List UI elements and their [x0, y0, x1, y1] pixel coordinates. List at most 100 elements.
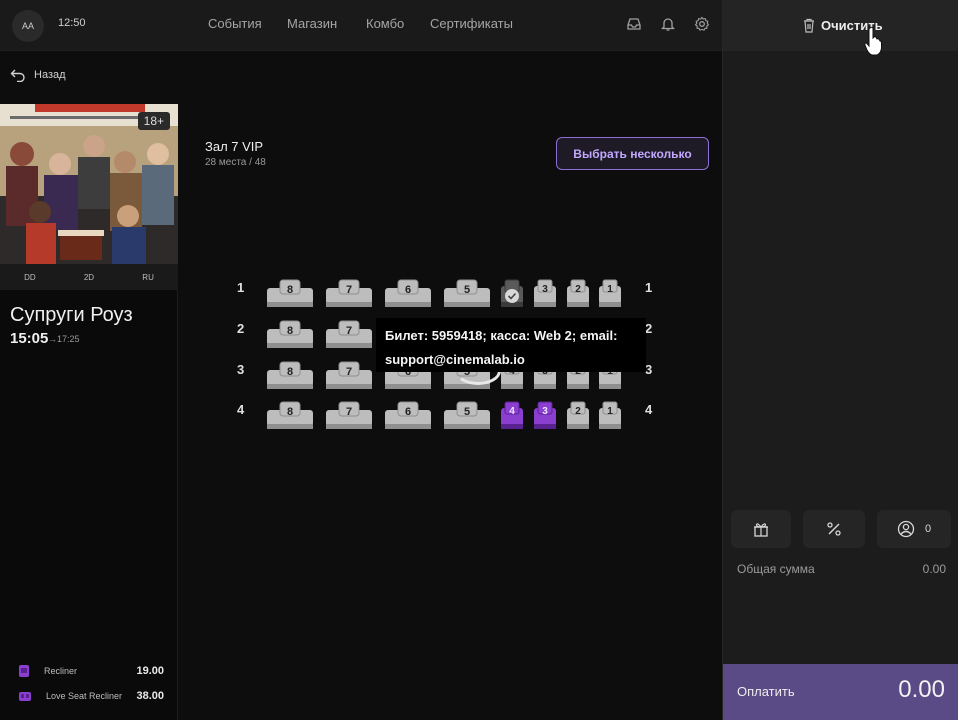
hall-capacity: 28 места / 48	[205, 157, 266, 168]
hand-cursor-icon	[864, 26, 882, 56]
clock: 12:50	[58, 17, 86, 29]
recliner-seat-icon	[19, 665, 29, 677]
love-seat[interactable]: 7	[325, 278, 373, 308]
recliner-seat[interactable]: 2	[566, 400, 590, 430]
legend-recliner: Recliner 19.00	[18, 664, 164, 678]
seat-number: 8	[286, 284, 294, 296]
gift-button[interactable]	[731, 510, 791, 548]
row-label-left: 2	[237, 321, 245, 336]
nav-certificates[interactable]: Сертификаты	[430, 16, 513, 31]
back-label: Назад	[34, 69, 66, 81]
seat-number: 2	[575, 284, 581, 295]
seat-number: 7	[345, 406, 353, 418]
recliner-seat[interactable]: 1	[598, 400, 622, 430]
love-seat[interactable]: 7	[325, 319, 373, 349]
legend-love-seat: Love Seat Recliner 38.00	[18, 690, 164, 702]
customer-button[interactable]: 0	[877, 510, 951, 548]
app-root: AA 12:50 События Магазин Комбо Сертифика…	[0, 0, 958, 720]
love-seat[interactable]: 8	[266, 319, 314, 349]
legend-price: 38.00	[136, 690, 164, 702]
user-icon	[897, 520, 915, 538]
top-bar: AA 12:50 События Магазин Комбо Сертифика…	[0, 0, 722, 51]
movie-panel: 18+ DD 2D RU Супруги Роуз 15:05 →17:25 R…	[0, 104, 178, 720]
row-label-right: 2	[645, 321, 653, 336]
love-seat[interactable]: 5	[443, 278, 491, 308]
back-button[interactable]: Назад	[10, 68, 66, 82]
inbox-icon[interactable]	[626, 16, 642, 32]
bell-icon[interactable]	[660, 16, 676, 32]
seat-number: 3	[542, 406, 548, 417]
pay-amount: 0.00	[898, 676, 945, 703]
select-multiple-button[interactable]: Выбрать несколько	[556, 137, 709, 170]
total-label: Общая сумма	[737, 562, 815, 576]
seat-number: 8	[286, 325, 294, 337]
recliner-seat[interactable]: 3	[533, 278, 557, 308]
back-arrow-icon	[10, 69, 25, 82]
trash-icon	[804, 18, 814, 33]
love-seat[interactable]: 8	[266, 278, 314, 308]
seat-number: 3	[542, 284, 548, 295]
seat-number: 7	[345, 284, 353, 296]
love-seat[interactable]: 7	[325, 360, 373, 390]
total-value: 0.00	[922, 562, 946, 576]
cart-header: Очистить	[723, 0, 958, 56]
pay-label: Оплатить	[737, 684, 795, 699]
percent-icon	[827, 522, 841, 536]
love-seat[interactable]: 8	[266, 360, 314, 390]
seat-number: 2	[575, 406, 581, 417]
seat-number: 1	[607, 284, 613, 295]
format-sound: DD	[24, 272, 36, 282]
seat-number: 1	[607, 406, 613, 417]
tooltip-line: Билет: 5959418; касса: Web 2; email:	[385, 328, 618, 343]
recliner-seat[interactable]: 2	[566, 278, 590, 308]
love-seat[interactable]: 6	[384, 278, 432, 308]
row-label-left: 1	[237, 280, 245, 295]
age-rating-badge: 18+	[137, 112, 170, 130]
movie-poster: 18+	[0, 104, 178, 264]
seat-number: 6	[404, 406, 412, 418]
customer-count: 0	[924, 523, 932, 535]
selected-seat[interactable]: 3	[533, 400, 557, 430]
row-label-left: 4	[237, 402, 245, 417]
ticket-tooltip: Билет: 5959418; касса: Web 2; email: sup…	[376, 318, 646, 372]
check-icon	[504, 288, 520, 309]
love-seat[interactable]: 5	[443, 400, 491, 430]
row-label-left: 3	[237, 362, 245, 377]
cart-panel: Очистить 0 Общая сумма 0.00 Оплатить 0.0…	[722, 0, 958, 720]
love-seat[interactable]: 8	[266, 400, 314, 430]
format-bar: DD 2D RU	[0, 264, 178, 290]
nav-shop[interactable]: Магазин	[287, 16, 337, 31]
row-label-right: 3	[645, 362, 653, 377]
love-seat[interactable]: 7	[325, 400, 373, 430]
seat-number: 5	[463, 284, 471, 296]
seat-number: 6	[404, 284, 412, 296]
seat-number: 4	[509, 406, 515, 417]
showtime-end: →17:25	[48, 334, 80, 344]
seat-number: 8	[286, 406, 294, 418]
nav-events[interactable]: События	[208, 16, 262, 31]
love-seat[interactable]: 6	[384, 400, 432, 430]
seat-number: 7	[345, 325, 353, 337]
format-dimension: 2D	[83, 272, 95, 282]
seat-number: 5	[463, 406, 471, 418]
tooltip-line: support@cinemalab.io	[385, 352, 525, 367]
legend-label: Love Seat Recliner	[46, 691, 123, 701]
showtime-start: 15:05	[10, 330, 49, 347]
avatar[interactable]: AA	[12, 10, 44, 42]
gear-icon[interactable]	[694, 16, 710, 32]
sold-seat[interactable]	[500, 278, 524, 308]
hall-name: Зал 7 VIP	[205, 139, 264, 154]
format-language: RU	[142, 272, 154, 282]
nav-combo[interactable]: Комбо	[366, 16, 404, 31]
legend-label: Recliner	[44, 666, 78, 676]
selected-seat[interactable]: 4	[500, 400, 524, 430]
legend-price: 19.00	[136, 665, 164, 677]
gift-icon	[754, 523, 768, 537]
pay-button[interactable]: Оплатить 0.00	[723, 664, 958, 720]
discount-button[interactable]	[803, 510, 865, 548]
row-label-right: 1	[645, 280, 653, 295]
movie-title: Супруги Роуз	[10, 304, 133, 326]
seat-number: 8	[286, 366, 294, 378]
recliner-seat[interactable]: 1	[598, 278, 622, 308]
seat-number: 7	[345, 366, 353, 378]
